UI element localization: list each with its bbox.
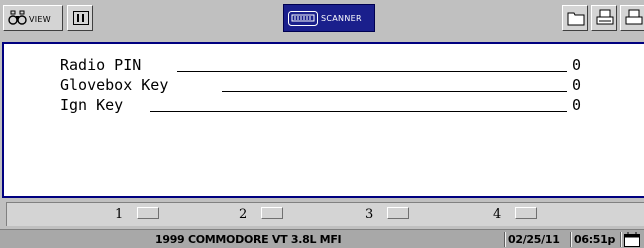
list-item[interactable]: Ign Key 0 [60,96,620,114]
status-divider [570,232,572,247]
row-label: Glovebox Key [60,76,169,94]
key-3[interactable]: 3 [365,207,411,223]
vehicle-info: 1999 COMMODORE VT 3.8L MFI [155,233,342,246]
status-divider [504,232,506,247]
binoculars-icon [8,10,27,25]
function-key-bar: 1 2 3 4 [6,202,644,226]
list-item[interactable]: Radio PIN 0 [60,56,620,74]
status-date: 02/25/11 [508,233,560,246]
folder-icon [567,12,585,26]
function-key-strip: 1 2 3 4 [0,200,644,228]
leader-line [222,91,567,92]
key-2[interactable]: 2 [239,207,285,223]
key-indicator [387,207,409,219]
scanner-icon [288,11,318,26]
pause-icon [73,11,89,25]
key-indicator [515,207,537,219]
row-value: 0 [572,56,582,74]
folder-button[interactable] [562,5,588,31]
top-toolbar: VIEW SCANNER [0,0,644,38]
print-options-button[interactable] [620,5,644,31]
scanner-tab[interactable]: SCANNER [283,4,375,32]
status-bar: 1999 COMMODORE VT 3.8L MFI 02/25/11 06:5… [0,229,644,248]
view-label: VIEW [29,15,51,24]
key-4[interactable]: 4 [493,207,539,223]
scanner-label: SCANNER [321,14,362,23]
row-label: Radio PIN [60,56,142,74]
status-time: 06:51p [574,233,616,246]
key-number: 4 [493,207,502,222]
leader-line [150,111,567,112]
status-divider [620,232,622,247]
print-button[interactable] [591,5,617,31]
key-1[interactable]: 1 [115,207,161,223]
key-number: 2 [239,207,248,222]
key-indicator [261,207,283,219]
leader-line [177,71,567,72]
key-number: 3 [365,207,374,222]
key-indicator [137,207,159,219]
pause-button[interactable] [67,5,93,31]
calendar-icon[interactable] [624,232,640,247]
printer-icon [596,9,614,25]
view-button[interactable]: VIEW [3,5,63,31]
key-number: 1 [115,207,124,222]
data-list-panel: Radio PIN 0 Glovebox Key 0 Ign Key 0 [2,42,644,198]
row-label: Ign Key [60,96,124,114]
list-item[interactable]: Glovebox Key 0 [60,76,620,94]
row-value: 0 [572,76,582,94]
row-value: 0 [572,96,582,114]
printer-icon [625,9,643,25]
